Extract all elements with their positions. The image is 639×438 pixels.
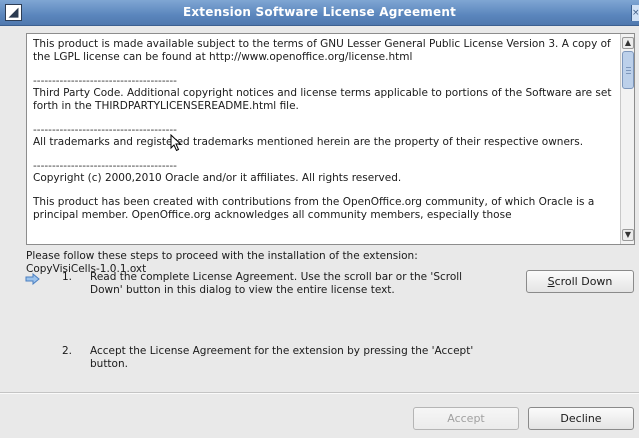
license-paragraph: Copyright (c) 2000,2010 Oracle and/or it…: [33, 172, 402, 184]
title-bar[interactable]: ◢ Extension Software License Agreement ×: [0, 0, 639, 26]
mouse-pointer-icon: [170, 134, 182, 152]
window-title: Extension Software License Agreement: [182, 5, 457, 19]
current-step-arrow-icon: [25, 273, 40, 285]
close-icon[interactable]: ×: [631, 5, 639, 21]
separator-line: --------------------------------------: [33, 75, 177, 87]
step-number: 1.: [62, 271, 73, 283]
license-paragraph: This product is made available subject t…: [33, 38, 611, 63]
step-text-line: Read the complete License Agreement. Use…: [90, 271, 463, 283]
scroll-down-arrow-icon[interactable]: ▼: [622, 229, 634, 241]
step-text-line: Down' button in this dialog to view the …: [90, 284, 395, 296]
vertical-scrollbar[interactable]: ▲ ▼: [620, 34, 634, 244]
step-2-text: Accept the License Agreement for the ext…: [90, 345, 530, 371]
step-number: 2.: [62, 345, 73, 357]
scroll-down-mnemonic: S: [547, 275, 555, 288]
license-paragraph: All trademarks and registered trademarks…: [33, 136, 584, 148]
step-1-text: Read the complete License Agreement. Use…: [90, 271, 530, 297]
scroll-up-arrow-icon[interactable]: ▲: [622, 37, 634, 49]
license-paragraph: Third Party Code. Additional copyright n…: [33, 87, 612, 112]
license-text-area[interactable]: This product is made available subject t…: [26, 33, 635, 245]
scroll-thumb[interactable]: [622, 51, 634, 89]
instructions-intro: Please follow these steps to proceed wit…: [26, 250, 418, 262]
divider-highlight: [0, 393, 639, 394]
scroll-down-label: croll Down: [554, 275, 613, 288]
scroll-down-button[interactable]: Scroll Down: [526, 270, 634, 293]
decline-button[interactable]: Decline: [528, 407, 634, 430]
separator-line: --------------------------------------: [33, 124, 177, 136]
license-paragraph: This product has been created with contr…: [33, 196, 595, 221]
step-text-line: Accept the License Agreement for the ext…: [90, 345, 474, 357]
separator-line: --------------------------------------: [33, 160, 177, 172]
license-text: This product is made available subject t…: [33, 38, 617, 242]
accept-button[interactable]: Accept: [413, 407, 519, 430]
step-text-line: button.: [90, 358, 128, 370]
